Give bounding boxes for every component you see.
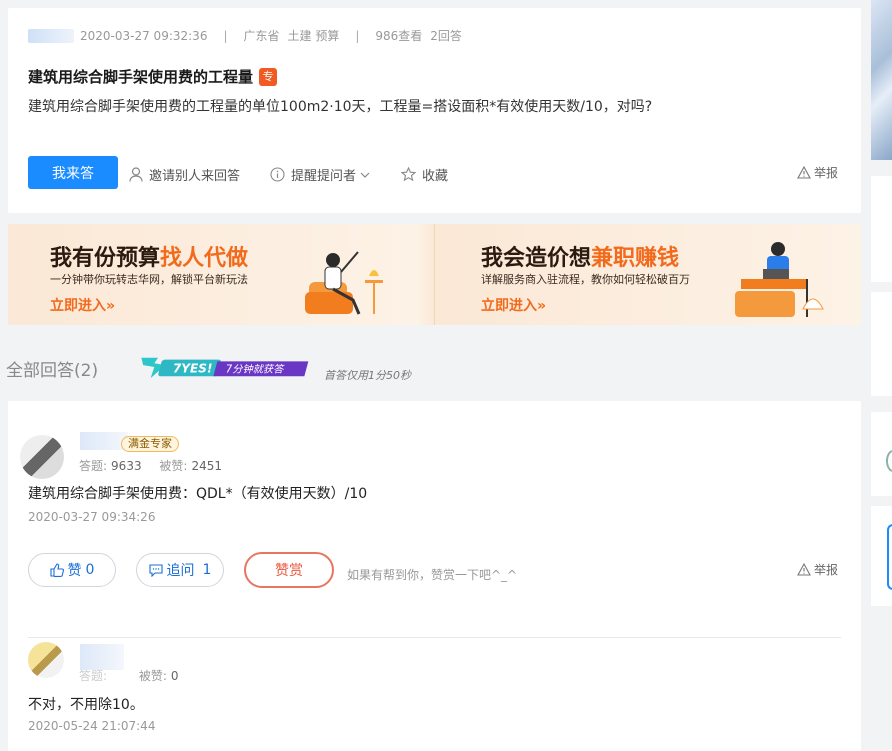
question-report-button[interactable]: 举报 (797, 164, 838, 181)
question-category[interactable]: 土建 预算 (288, 27, 340, 44)
likes-count: 0 (170, 669, 179, 683)
answer-time: 2020-05-24 21:07:44 (28, 719, 156, 733)
person-sofa-illustration (305, 251, 383, 315)
warning-icon (797, 563, 811, 576)
report-label: 举报 (814, 166, 839, 180)
asker-name-blurred[interactable] (28, 28, 74, 43)
invite-button[interactable]: 邀请别人来回答 (129, 165, 240, 184)
banner-left-title: 我有份预算找人代做 (50, 240, 248, 272)
chevron-down-icon (360, 172, 370, 178)
reward-hint: 如果有帮到你，赞赏一下吧^_^ (347, 568, 518, 582)
favorite-button[interactable]: 收藏 (401, 165, 448, 184)
question-card: 2020-03-27 09:32:36 | 广东省 土建 预算 | 986查看 … (8, 8, 861, 213)
answer-text: 不对，不用除10。 (28, 697, 144, 713)
avatar[interactable] (28, 642, 64, 678)
question-title: 建筑用综合脚手架使用费的工程量 专 (28, 66, 278, 87)
all-answers-heading: 全部回答(2) (6, 361, 99, 381)
expert-tag: 专 (259, 67, 278, 86)
yes-subtext: 7分钟就获答 (226, 364, 285, 376)
remind-asker-dropdown[interactable]: 提醒提问者 (270, 165, 370, 184)
question-answer-count: 2回答 (430, 29, 462, 43)
banner-right-subtitle: 详解服务商入驻流程，教你如何轻松破百万 (481, 273, 690, 286)
right-sidebar-card (871, 412, 892, 496)
banner-right-link[interactable]: 立即进入» (481, 295, 546, 315)
seven-yes-badge: 7YES! 7分钟就获答 (141, 357, 309, 379)
answer-divider (28, 637, 841, 638)
remind-label: 提醒提问者 (291, 169, 357, 184)
likes-count-label: 被赞: (159, 459, 188, 473)
person-laptop-illustration (735, 242, 824, 317)
thumbs-up-icon (49, 563, 64, 577)
followup-button[interactable]: 追问 1 (136, 553, 224, 587)
banner-left-title-a: 我有份预算 (50, 246, 161, 271)
question-date: 2020-03-27 09:32:36 (80, 28, 208, 43)
banner-left-subtitle: 一分钟带你玩转志华网，解锁平台新玩法 (50, 273, 248, 286)
star-icon (401, 167, 416, 182)
meta-separator: | (355, 28, 360, 43)
banner-divider (434, 224, 435, 325)
likes-count-label: 被赞: (138, 669, 167, 683)
promo-banner: 我有份预算找人代做 一分钟带你玩转志华网，解锁平台新玩法 立即进入» 我会造价想… (8, 224, 861, 325)
banner-left-title-b: 找人代做 (160, 246, 249, 271)
answers-count-label: 答题: (79, 669, 108, 683)
banner-left-link[interactable]: 立即进入» (50, 295, 115, 315)
answers-card: 满金专家 答题: 9633 被赞: 2451 建筑用综合脚手架使用费：QDL*（有效… (8, 401, 861, 751)
right-sidebar-card (871, 292, 892, 396)
expert-badge: 满金专家 (121, 436, 179, 452)
question-body: 建筑用综合脚手架使用费的工程量的单位100m2·10天，工程量=搭设面积*有效使… (28, 99, 653, 115)
info-circle-icon (270, 167, 285, 182)
like-label: 赞 (67, 563, 82, 579)
like-count: 0 (85, 562, 95, 578)
answer-report-button[interactable]: 举报 (797, 561, 838, 578)
question-title-text: 建筑用综合脚手架使用费的工程量 (28, 68, 254, 86)
answerer-stats: 答题: 9633 被赞: 2451 (79, 457, 236, 474)
question-views: 986查看 (375, 29, 423, 43)
comment-icon (148, 563, 163, 577)
sidebar-avatar-partial (886, 450, 892, 472)
question-region: 广东省 (243, 29, 280, 43)
right-sidebar-banner[interactable] (871, 0, 892, 160)
report-label: 举报 (814, 563, 839, 577)
followup-label: 追问 (166, 563, 195, 579)
right-sidebar-card (871, 506, 892, 606)
like-button[interactable]: 赞 0 (28, 553, 116, 587)
sidebar-button-partial[interactable] (887, 524, 892, 590)
banner-right-title: 我会造价想兼职赚钱 (481, 240, 679, 272)
reward-button[interactable]: 赞赏 (244, 552, 334, 588)
user-icon (129, 167, 143, 182)
question-meta: 2020-03-27 09:32:36 | 广东省 土建 预算 | 986查看 … (28, 27, 462, 44)
banner-right-title-b: 兼职赚钱 (591, 246, 680, 271)
answer-button[interactable]: 我来答 (28, 156, 118, 189)
yes-text: 7YES! (173, 362, 213, 376)
answers-count-label: 答题: (79, 459, 108, 473)
invite-label: 邀请别人来回答 (149, 169, 241, 184)
avatar[interactable] (20, 435, 64, 479)
answer-text: 建筑用综合脚手架使用费：QDL*（有效使用天数）/10 (28, 486, 368, 502)
answer-time: 2020-03-27 09:34:26 (28, 510, 156, 524)
favorite-label: 收藏 (422, 169, 449, 184)
first-answer-time: 首答仅用1分50秒 (324, 369, 411, 382)
followup-count: 1 (202, 562, 212, 578)
warning-icon (797, 166, 811, 179)
answers-count: 9633 (111, 459, 142, 473)
banner-right-title-a: 我会造价想 (481, 246, 592, 271)
likes-count: 2451 (191, 459, 223, 473)
meta-separator: | (223, 28, 228, 43)
answerer-stats: 答题: 被赞: 0 (79, 667, 193, 684)
right-sidebar-card (871, 176, 892, 282)
